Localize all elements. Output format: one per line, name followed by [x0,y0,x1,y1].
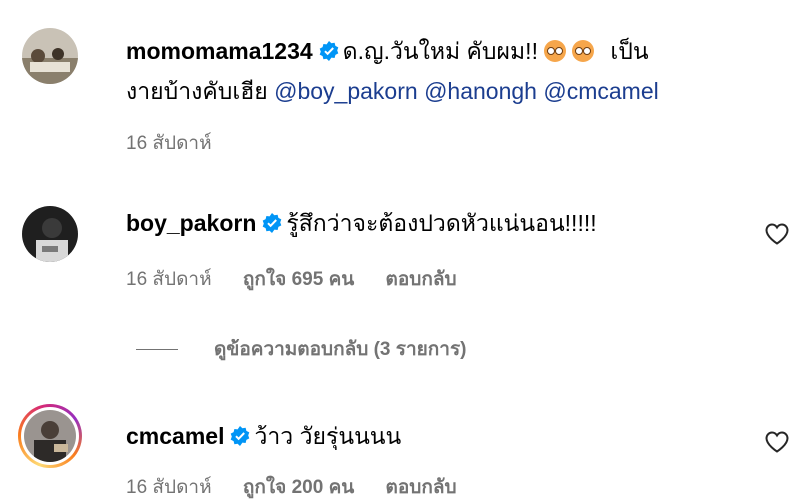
mention-cmcamel[interactable]: @cmcamel [543,78,658,104]
comment-meta: 16 สัปดาห์ [126,128,238,158]
mention-boy-pakorn[interactable]: @boy_pakorn [274,78,418,104]
view-replies-button[interactable]: ดูข้อความตอบกลับ (3 รายการ) [136,334,467,364]
username[interactable]: momomama1234 [126,38,313,64]
username[interactable]: boy_pakorn [126,210,256,236]
comment-time[interactable]: 16 สัปดาห์ [126,477,212,498]
laughing-emoji-icon [543,40,566,62]
avatar-momomama1234[interactable] [22,28,78,84]
comment-time[interactable]: 16 สัปดาห์ [126,133,212,154]
divider [136,349,178,351]
comment-meta: 16 สัปดาห์ ถูกใจ 695 คน ตอบกลับ [126,264,483,294]
comment-meta: 16 สัปดาห์ ถูกใจ 200 คน ตอบกลับ [126,472,483,502]
avatar-boy-pakorn[interactable] [22,206,78,262]
avatar-cmcamel[interactable] [18,404,82,468]
comment-text: boy_pakorn รู้สึกว่าจะต้องปวดหัวแน่นอน!!!… [126,206,597,240]
laughing-emoji-icon [571,40,594,62]
comment-time[interactable]: 16 สัปดาห์ [126,269,212,290]
reply-button[interactable]: ตอบกลับ [386,269,457,290]
verified-badge-icon [263,213,282,233]
username[interactable]: cmcamel [126,423,224,449]
heart-icon[interactable] [764,222,790,246]
heart-icon[interactable] [764,430,790,454]
comment-body: รู้สึกว่าจะต้องปวดหัวแน่นอน!!!!! [286,210,597,236]
likes-count[interactable]: ถูกใจ 200 คน [243,477,354,498]
mention-hanongh[interactable]: @hanongh [424,78,537,104]
reply-button[interactable]: ตอบกลับ [386,477,457,498]
comment-text: momomama1234 ด.ญ.วันใหม่ คับผม!! เป็น [126,34,649,68]
comment-text: cmcamel ว้าว วัยรุ่นนนน [126,419,401,453]
likes-count[interactable]: ถูกใจ 695 คน [243,269,354,290]
comment-body: ด.ญ.วันใหม่ คับผม!! [342,38,538,64]
comment-body-line2: งายบ้างคับเฮีย [126,78,268,104]
comment-text-line2: งายบ้างคับเฮีย @boy_pakorn @hanongh @cmc… [126,74,659,108]
comment-body-cont: เป็น [610,38,649,64]
comment-body: ว้าว วัยรุ่นนนน [254,423,402,449]
verified-badge-icon [319,41,338,61]
view-replies-label[interactable]: ดูข้อความตอบกลับ (3 รายการ) [214,339,467,360]
verified-badge-icon [231,426,250,446]
